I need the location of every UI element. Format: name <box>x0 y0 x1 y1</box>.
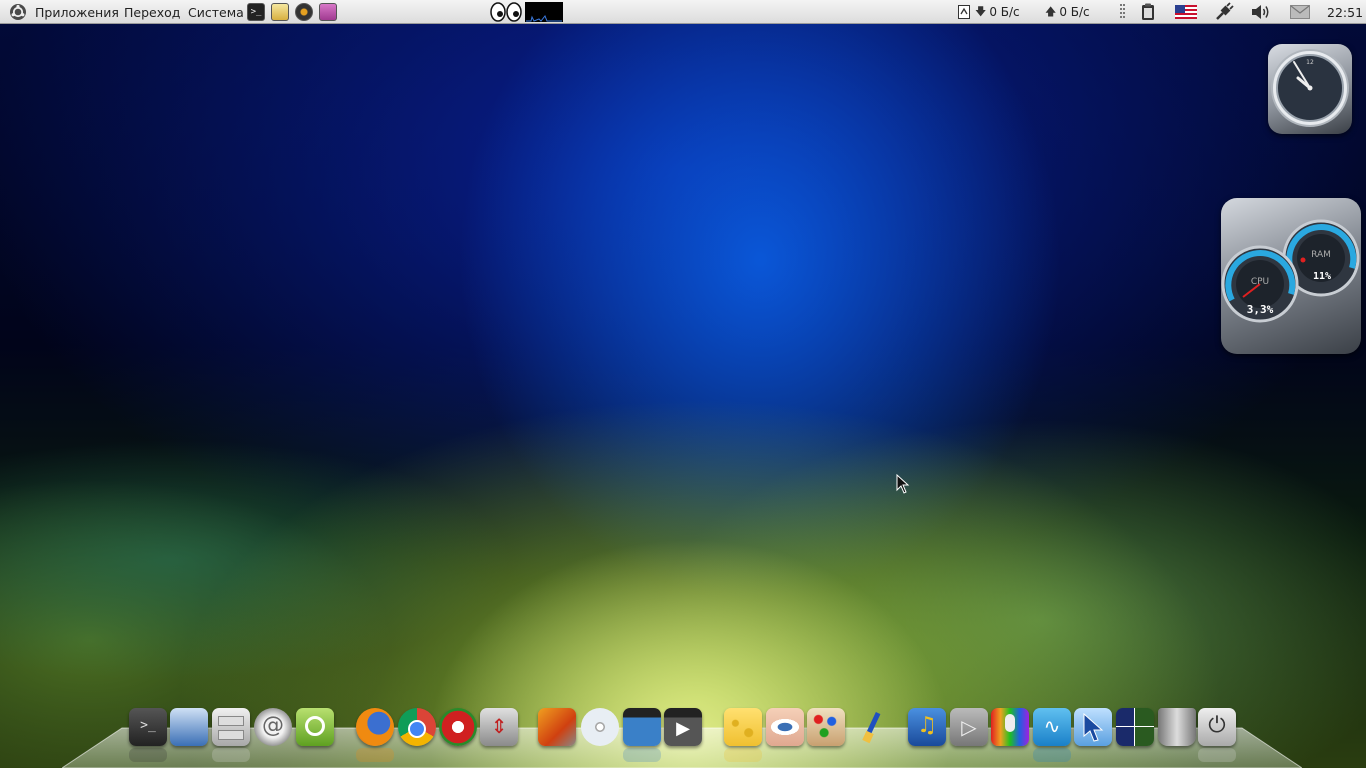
panel-clock[interactable]: 22:51 <box>1327 5 1363 20</box>
clock-widget[interactable]: 12 <box>1268 44 1352 134</box>
dock-reflection <box>212 748 250 762</box>
volume-indicator[interactable] <box>1251 0 1271 24</box>
terminal-launcher-icon[interactable]: >_ <box>247 3 265 21</box>
cpu-label: CPU <box>1251 277 1269 287</box>
volume-icon <box>1252 5 1269 19</box>
keyboard-layout-indicator[interactable] <box>1175 0 1197 24</box>
file-cabinet-icon[interactable] <box>212 708 250 746</box>
gauges-graphic: RAM 11% CPU 3,3% <box>1221 219 1360 323</box>
cpu-gauge: CPU 3,3% <box>1221 245 1299 323</box>
tools-flame-icon[interactable] <box>538 708 576 746</box>
cpu-value: 3,3% <box>1247 303 1274 316</box>
dock-reflection <box>1033 748 1071 762</box>
net-upload: 🡅 0 Б/с <box>1045 0 1090 24</box>
network-indicator[interactable] <box>1214 0 1234 24</box>
power-icon[interactable]: ⏻ <box>1198 708 1236 746</box>
eye-screenshot-icon[interactable] <box>766 708 804 746</box>
up-arrow-icon: 🡅 <box>1045 4 1057 18</box>
menu-applications[interactable]: Приложения <box>28 5 126 20</box>
trash-icon[interactable] <box>1158 708 1196 746</box>
paint-palette-icon[interactable] <box>807 708 845 746</box>
net-download-value: 0 Б/с <box>989 5 1020 19</box>
chrome-icon[interactable] <box>398 708 436 746</box>
video-editor-icon[interactable] <box>623 708 661 746</box>
notes-launcher-icon[interactable] <box>271 3 289 21</box>
network-plug-icon <box>1216 2 1234 20</box>
ubuntu-logo-icon <box>10 4 26 20</box>
dock-reflection <box>356 748 394 762</box>
down-arrow-icon: 🡇 <box>975 4 987 18</box>
dock-reflection <box>623 748 661 762</box>
us-flag-icon <box>1175 5 1197 19</box>
workspace-switcher-icon[interactable] <box>1116 708 1154 746</box>
clipboard-icon <box>1142 3 1154 20</box>
clipboard-indicator[interactable] <box>1140 0 1156 24</box>
menu-system[interactable]: Система <box>181 5 251 20</box>
media-launcher-icon[interactable] <box>295 3 313 21</box>
terminal-icon[interactable]: >_ <box>129 708 167 746</box>
system-monitor-applet[interactable] <box>525 0 563 24</box>
ram-value: 11% <box>1313 271 1331 282</box>
music-player-icon[interactable]: ♫ <box>908 708 946 746</box>
cheese-webcam-icon[interactable] <box>724 708 762 746</box>
video-player-icon[interactable]: ▶ <box>664 708 702 746</box>
dock-reflection <box>1198 748 1236 762</box>
microphone-mixer-icon[interactable] <box>991 708 1029 746</box>
media-play-icon[interactable]: ▷ <box>950 708 988 746</box>
screen-resize-icon[interactable]: ⇕ <box>480 708 518 746</box>
mouse-pointer-icon <box>896 474 910 494</box>
applications-menu[interactable]: Приложения <box>8 0 126 24</box>
analog-clock-icon: 12 <box>1271 49 1349 127</box>
top-panel: Приложения Переход Система >_ 🡇 0 Б/с 🡅 … <box>0 0 1366 24</box>
menu-places[interactable]: Переход <box>117 5 187 20</box>
network-monitor-icon <box>958 5 970 19</box>
mail-icon <box>1290 5 1310 19</box>
firefox-icon[interactable] <box>356 708 394 746</box>
music-launcher-icon[interactable] <box>319 3 337 21</box>
torrent-magnet-icon[interactable] <box>439 708 477 746</box>
eyes-icon <box>490 2 522 22</box>
clock-twelve-label: 12 <box>1306 59 1314 66</box>
brush-icon[interactable] <box>849 708 887 746</box>
load-graph-icon <box>525 2 563 22</box>
system-monitor-icon[interactable]: ∿ <box>1033 708 1071 746</box>
mail-indicator[interactable] <box>1290 0 1310 24</box>
network-save-icon[interactable] <box>170 708 208 746</box>
ram-label: RAM <box>1311 250 1331 260</box>
net-download: 🡇 0 Б/с <box>975 0 1020 24</box>
cursor-arrow-icon[interactable] <box>1074 708 1112 746</box>
dock-reflection <box>724 748 762 762</box>
system-gauges-widget[interactable]: RAM 11% CPU 3,3% <box>1221 198 1361 354</box>
cd-burner-icon[interactable] <box>581 708 619 746</box>
email-at-icon[interactable]: @ <box>254 708 292 746</box>
ubuntu-software-icon[interactable] <box>296 708 334 746</box>
net-upload-value: 0 Б/с <box>1059 5 1090 19</box>
dock-reflection <box>129 748 167 762</box>
panel-separator-icon <box>1120 4 1125 18</box>
xeyes-applet <box>490 0 522 24</box>
